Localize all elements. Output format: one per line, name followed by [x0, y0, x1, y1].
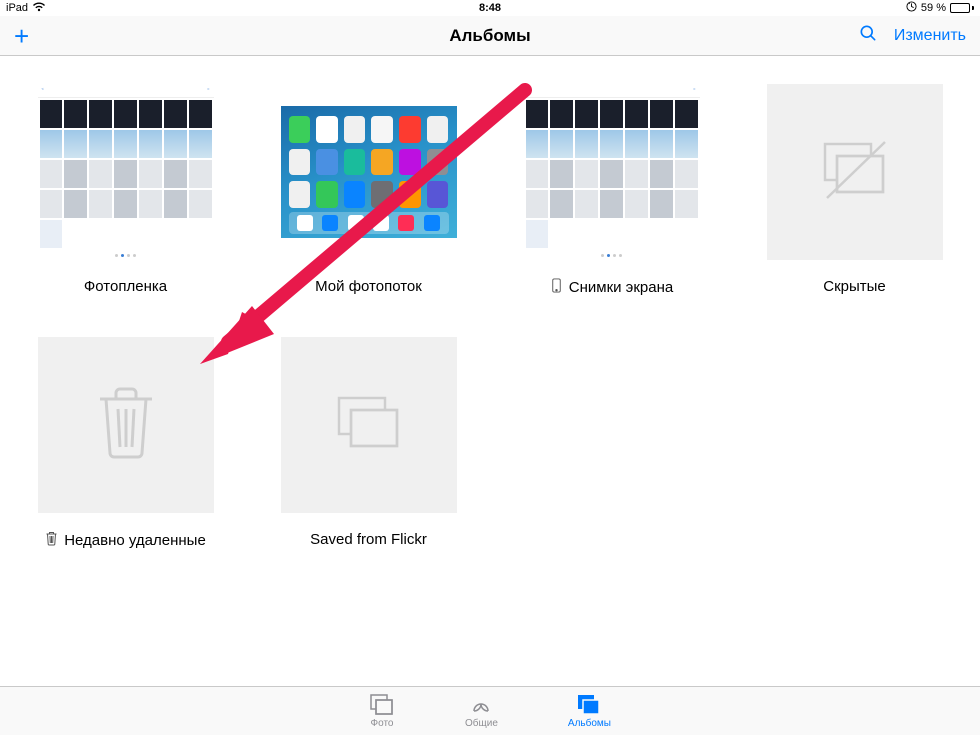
hidden-placeholder-icon	[815, 138, 895, 207]
tab-label: Альбомы	[568, 718, 611, 729]
album-label: Фотопленка	[84, 278, 167, 295]
tab-albums[interactable]: Альбомы	[568, 693, 611, 729]
tab-shared[interactable]: Общие	[465, 693, 498, 729]
album-hidden[interactable]: Скрытые	[763, 84, 946, 297]
album-saved-flickr[interactable]: Saved from Flickr	[277, 337, 460, 550]
status-right: 59 %	[906, 1, 974, 15]
battery-percent: 59 %	[921, 2, 946, 14]
orientation-lock-icon	[906, 1, 917, 15]
battery-icon	[950, 3, 974, 13]
album-label: Недавно удаленные	[64, 532, 206, 549]
albums-grid: <= Фотопленка	[0, 56, 980, 578]
album-thumb	[281, 106, 457, 238]
album-thumb	[281, 337, 457, 513]
add-button[interactable]: +	[14, 23, 29, 49]
album-camera-roll[interactable]: <= Фотопленка	[34, 84, 217, 297]
tab-photos[interactable]: Фото	[369, 693, 395, 729]
wifi-icon	[32, 2, 46, 15]
tab-label: Фото	[371, 718, 394, 729]
status-time: 8:48	[479, 2, 501, 14]
search-icon[interactable]	[858, 23, 878, 48]
status-bar: iPad 8:48 59 %	[0, 0, 980, 16]
album-label: Скрытые	[823, 278, 886, 295]
device-label: iPad	[6, 2, 28, 14]
album-thumb: <=	[38, 84, 214, 260]
page-title: Альбомы	[449, 26, 530, 46]
albums-tab-icon	[576, 693, 602, 717]
album-photo-stream[interactable]: Мой фотопоток	[277, 84, 460, 297]
album-thumb	[767, 84, 943, 260]
edit-button[interactable]: Изменить	[894, 27, 966, 45]
tab-label: Общие	[465, 718, 498, 729]
album-thumb	[38, 337, 214, 513]
nav-bar: + Альбомы Изменить	[0, 16, 980, 56]
status-left: iPad	[6, 2, 46, 15]
trash-icon	[45, 531, 58, 550]
device-icon	[550, 278, 563, 297]
album-label: Снимки экрана	[569, 279, 673, 296]
photos-tab-icon	[369, 693, 395, 717]
album-label: Мой фотопоток	[315, 278, 422, 295]
album-screenshots[interactable]: <= Снимки экрана	[520, 84, 703, 297]
album-label: Saved from Flickr	[310, 531, 427, 548]
album-recently-deleted[interactable]: Недавно удаленные	[34, 337, 217, 550]
stack-placeholder-icon	[331, 392, 407, 459]
tab-bar: Фото Общие Альбомы	[0, 686, 980, 735]
album-thumb: <=	[524, 84, 700, 260]
shared-tab-icon	[468, 693, 494, 717]
trash-placeholder-icon	[94, 385, 158, 466]
